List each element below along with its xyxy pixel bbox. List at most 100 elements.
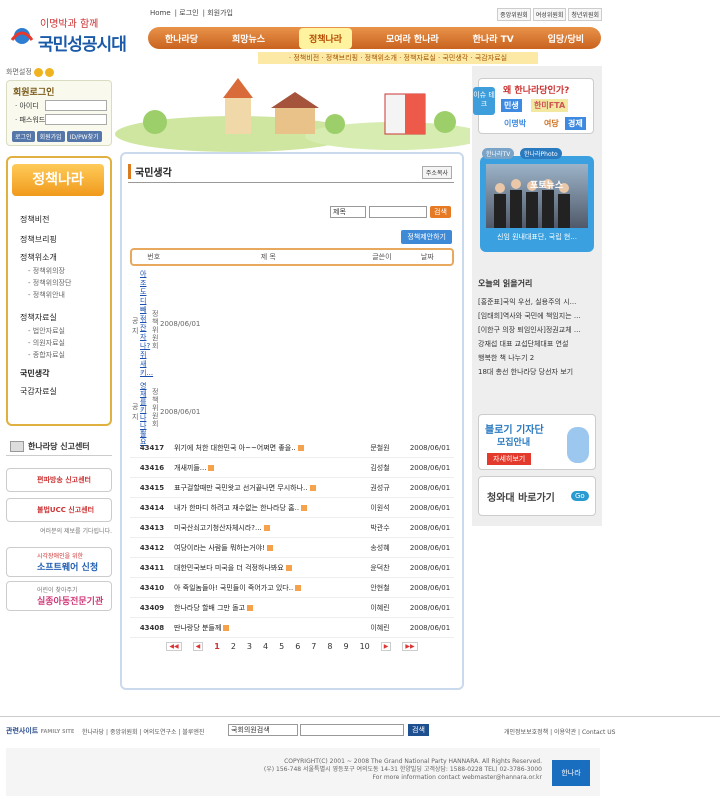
table-row[interactable]: 43416 개새끼들... 김성철 2008/06/01 (130, 458, 454, 478)
blog-more-button[interactable]: 자세히보기 (487, 453, 532, 465)
illegal-ucc-report[interactable]: 불법UCC 신고센터 (6, 498, 112, 522)
photo-news-caption[interactable]: 신임 원내대표단, 국립 현... (486, 232, 588, 242)
family-link[interactable]: 블루엔진 (182, 729, 204, 736)
reading-item[interactable]: 강재섭 대표 교섭단체대표 연설 (478, 340, 596, 349)
sub-nav[interactable]: · 정책비전 · 정책브리핑 · 정책위소개 · 정책자료실 · 국민생각 · … (258, 52, 538, 64)
search-field-select[interactable]: 제목 (330, 206, 366, 218)
table-row[interactable]: 43413 미국산쇠고기청산자체시라?... 박관수 2008/06/01 (130, 518, 454, 538)
zoom-out-icon[interactable] (44, 67, 54, 77)
reading-item[interactable]: [홍준표]국익 우선, 실용주의 시... (478, 298, 596, 307)
member-search-select[interactable]: 국회의원검색 (228, 724, 298, 736)
post-title-text[interactable]: 표구걸할때만 국민왓고 선거끝나면 무시하나.. (174, 484, 308, 492)
table-row[interactable]: 43408 딴나랑당 분들께 이혜린 2008/06/01 (130, 618, 454, 638)
side-sub-chair[interactable]: - 정책위의장 (28, 266, 65, 276)
zoom-in-icon[interactable] (33, 67, 43, 77)
post-title-text[interactable]: 대한민국보다 미국을 더 걱정하나봐요 (174, 564, 284, 572)
post-title-text[interactable]: 아 죽일놈들아! 국민들이 죽어가고 있다.. (174, 584, 293, 592)
cheongwadae-go-button[interactable]: Go (571, 491, 589, 501)
terms-link[interactable]: 이용약관 (554, 729, 576, 736)
page-5[interactable]: 5 (279, 642, 284, 651)
youth-committee-link[interactable]: 청년위원회 (568, 8, 602, 21)
join-button[interactable]: 회원가입 (36, 131, 65, 142)
search-input[interactable] (369, 206, 427, 218)
tag-fta[interactable]: 한미FTA (531, 99, 569, 112)
post-title[interactable]: 위기에 처한 대한민국 아~~어쩌면 좋을.. (174, 443, 330, 453)
notice-row[interactable]: 공지 아조도디빼젂잔자나?쥐새키... 정책위원회 2008/06/01 (130, 270, 454, 382)
home-link[interactable]: Home (150, 9, 171, 17)
member-search-input[interactable] (300, 724, 404, 736)
side-sub-law[interactable]: - 법안자료실 (28, 326, 65, 336)
page-6[interactable]: 6 (295, 642, 300, 651)
post-title[interactable]: 표구걸할때만 국민왓고 선거끝나면 무시하나.. (174, 483, 330, 493)
side-sub-guide[interactable]: - 정책위안내 (28, 290, 65, 300)
post-title[interactable]: 개새끼들... (174, 463, 330, 473)
post-title[interactable]: 미국산쇠고기청산자체시라?... (174, 523, 330, 533)
post-title-text[interactable]: 한나라당 할배 그만 돌고 (174, 604, 245, 612)
missing-child-banner[interactable]: 어린이 찾아주기 실종아동전문기관 (6, 581, 112, 611)
copy-address-button[interactable]: 주소복사 (421, 166, 452, 179)
central-committee-link[interactable]: 중앙위원회 (497, 8, 531, 21)
member-search-button[interactable]: 검색 (408, 724, 429, 736)
nav-tv[interactable]: 한나라 TV (473, 32, 514, 45)
table-row[interactable]: 43417 위기에 처한 대한민국 아~~어쩌면 좋을.. 문철원 2008/06/0… (130, 438, 454, 458)
tag-livelihood[interactable]: 민생 (501, 99, 522, 112)
biased-broadcast-report[interactable]: 편파방송 신고센터 (6, 468, 112, 492)
login-button[interactable]: 로그인 (12, 131, 35, 142)
post-title-text[interactable]: 여당이라는 사람들 뭐하는거야! (174, 544, 265, 552)
page-10[interactable]: 10 (360, 642, 370, 651)
login-link[interactable]: 로그인 (179, 9, 198, 17)
notice-row[interactable]: 공지 영재를키나나뿔요 정책위원회 2008/06/01 (130, 382, 454, 446)
tag-economy[interactable]: 경제 (565, 117, 586, 130)
tag-leemb[interactable]: 이명박 (501, 117, 529, 130)
women-committee-link[interactable]: 여성위원회 (532, 8, 567, 21)
nav-join[interactable]: 입당/당비 (548, 32, 584, 45)
table-row[interactable]: 43410 아 죽일놈들아! 국민들이 죽어가고 있다.. 안현철 2008/06/0… (130, 578, 454, 598)
blog-reporter-banner[interactable]: 블로기 기자단 모집안내 자세히보기 (478, 414, 596, 470)
table-row[interactable]: 43411 대한민국보다 미국을 더 걱정하나봐요 윤덕찬 2008/06/01 (130, 558, 454, 578)
tab-hannara-tv[interactable]: 한나라TV (482, 148, 515, 159)
post-title[interactable]: 여당이라는 사람들 뭐하는거야! (174, 543, 330, 553)
reading-item[interactable]: [이한구 의장 퇴임인사]정권교체 ... (478, 326, 596, 335)
first-page-icon[interactable]: ◀◀ (166, 642, 182, 651)
contact-link[interactable]: Contact US (582, 729, 615, 736)
table-row[interactable]: 43409 한나라당 할배 그만 돌고 이혜린 2008/06/01 (130, 598, 454, 618)
notice-title[interactable]: 영재를키나나뿔요 (140, 382, 148, 446)
privacy-link[interactable]: 개인정보보호정책 (504, 729, 548, 736)
nav-hannara[interactable]: 한나라당 (165, 32, 198, 45)
id-input[interactable] (45, 100, 107, 111)
side-item-briefing[interactable]: 정책브리핑 (20, 234, 57, 245)
next-page-icon[interactable]: ▶ (380, 642, 392, 651)
software-banner[interactable]: 시각장애인을 위한 소프트웨어 신청 (6, 547, 112, 577)
family-link[interactable]: 한나라당 (82, 729, 104, 736)
issue-tag-box[interactable]: 이슈 테크 왜 한나라당인가? 민생 한미FTA 이명박 여당 경제 (473, 78, 594, 134)
page-2[interactable]: 2 (231, 642, 236, 651)
search-button[interactable]: 검색 (430, 206, 451, 218)
photo-news-tv[interactable]: 한나라TV 한나라Photo 포토뉴스 신임 원내대표단, 국립 현... (480, 148, 594, 252)
post-title-text[interactable]: 위기에 처한 대한민국 아~~어쩌면 좋을.. (174, 444, 296, 452)
post-title-text[interactable]: 개새끼들... (174, 464, 206, 472)
table-row[interactable]: 43415 표구걸할때만 국민왓고 선거끝나면 무시하나.. 권성규 2008/06/… (130, 478, 454, 498)
table-row[interactable]: 43414 내가 한마디 하려고 재수없는 한나라당 홈.. 이원석 2008/06/… (130, 498, 454, 518)
post-title[interactable]: 내가 한마디 하려고 재수없는 한나라당 홈.. (174, 503, 330, 513)
post-title[interactable]: 대한민국보다 미국을 더 걱정하나봐요 (174, 563, 330, 573)
nav-news[interactable]: 희망뉴스 (232, 32, 265, 45)
page-7[interactable]: 7 (311, 642, 316, 651)
cheongwadae-banner[interactable]: 청와대 바로가기 Go (478, 476, 596, 516)
nav-gather[interactable]: 모여라 한나라 (386, 32, 439, 45)
post-title[interactable]: 한나라당 할배 그만 돌고 (174, 603, 330, 613)
reading-item[interactable]: [임태희]역사와 국민에 책임지는 ... (478, 312, 596, 321)
family-link[interactable]: 중앙위원회 (110, 729, 138, 736)
page-1[interactable]: 1 (214, 642, 220, 651)
pw-input[interactable] (45, 114, 107, 125)
post-title-text[interactable]: 내가 한마디 하려고 재수없는 한나라당 홈.. (174, 504, 299, 512)
post-title[interactable]: 아 죽일놈들아! 국민들이 죽어가고 있다.. (174, 583, 330, 593)
side-item-opinion[interactable]: 국민생각 (20, 368, 49, 379)
side-item-intro[interactable]: 정책위소개 (20, 252, 57, 263)
post-title-text[interactable]: 딴나랑당 분들께 (174, 624, 221, 632)
post-title[interactable]: 딴나랑당 분들께 (174, 623, 330, 633)
page-9[interactable]: 9 (343, 642, 348, 651)
photo-news-image[interactable]: 포토뉴스 (486, 164, 588, 228)
post-title-text[interactable]: 미국산쇠고기청산자체시라?... (174, 524, 262, 532)
notice-title[interactable]: 아조도디빼젂잔자나?쥐새키... (140, 270, 153, 378)
tab-hannara-photo[interactable]: 한나라Photo (520, 148, 562, 159)
